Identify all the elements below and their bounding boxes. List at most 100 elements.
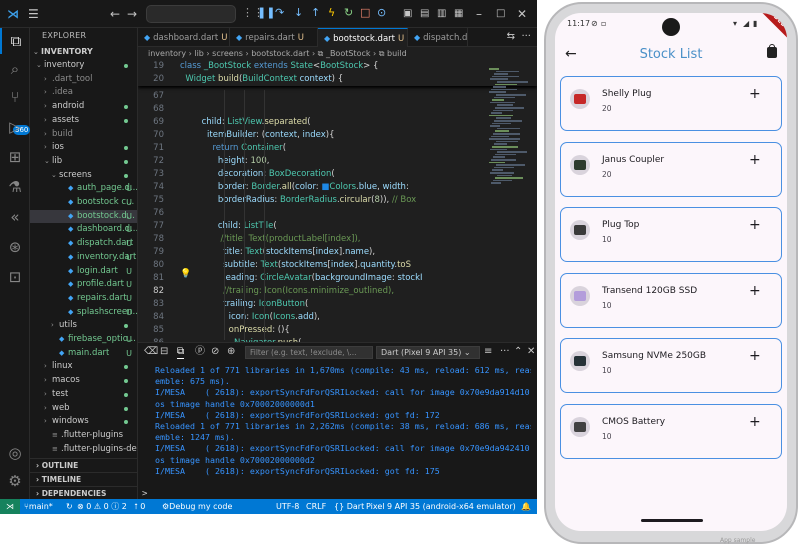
panel-more-icon[interactable]: ··· [500, 346, 510, 358]
add-icon[interactable]: + [749, 348, 761, 364]
eol-status[interactable]: CRLF [306, 499, 326, 514]
tree-folder[interactable]: › utils [30, 319, 137, 333]
editor-tab[interactable]: ◆ repairs.dart U [230, 28, 318, 47]
account-icon[interactable]: ◎ [0, 440, 30, 466]
console-prompt[interactable]: > [142, 489, 147, 499]
minimap[interactable] [489, 68, 528, 188]
step-into-icon[interactable]: ↓ [294, 5, 303, 21]
settings-gear-icon[interactable]: ⚙ [0, 468, 30, 494]
tree-folder[interactable]: › android [30, 100, 137, 114]
step-over-icon[interactable]: ↷ [275, 5, 284, 21]
tree-file[interactable]: ≡ .flutter-plugins [30, 429, 137, 443]
remote-explorer-icon[interactable]: ⊡ [0, 264, 30, 290]
search-icon[interactable]: ⌕ [0, 56, 30, 82]
stock-item-card[interactable]: Plug Top 10 + [560, 207, 782, 263]
lightbulb-icon[interactable]: 💡 [180, 269, 191, 279]
minimize-icon[interactable]: – [476, 6, 482, 22]
tree-file[interactable]: ◆ bootstock.d... U [30, 209, 137, 224]
tree-file[interactable]: ◆ login.dart U [30, 265, 137, 279]
python-icon[interactable]: ⊛ [0, 234, 30, 260]
tree-folder[interactable]: › windows [30, 415, 137, 429]
tree-folder[interactable]: › assets [30, 114, 137, 128]
tree-folder[interactable]: › build [30, 128, 137, 142]
stock-item-card[interactable]: Transend 120GB SSD 10 + [560, 272, 782, 328]
debug-console-icon[interactable]: ⧉ [177, 346, 185, 359]
language-status[interactable]: {} Dart [334, 499, 364, 514]
editor-tab[interactable]: ◆ dashboard.dart U [138, 28, 230, 47]
tree-file[interactable]: ◆ dispatch.dart U [30, 237, 137, 251]
testing-icon[interactable]: ⚗ [0, 174, 30, 200]
tree-file[interactable]: ◆ bootstock c... U [30, 196, 137, 210]
debug-status[interactable]: ⚙ Debug my code [162, 499, 232, 514]
explorer-icon[interactable]: ⧉ [0, 28, 30, 54]
tree-folder[interactable]: › .dart_tool [30, 73, 137, 87]
forward-arrow-icon[interactable]: → [127, 6, 137, 22]
add-icon[interactable]: + [749, 414, 761, 430]
restart-icon[interactable]: ↻ [344, 5, 353, 21]
problems-icon[interactable]: ⊘ [211, 346, 219, 358]
tree-file[interactable]: ◆ main.dart U [30, 347, 137, 361]
stock-item-card[interactable]: Shelly Plug 20 + [560, 76, 782, 131]
tree-folder[interactable]: › ios [30, 141, 137, 155]
split-editor-icon[interactable]: ⇆ [507, 31, 515, 42]
editor-more-icon[interactable]: ··· [521, 31, 531, 42]
stop-icon[interactable]: □ [360, 5, 370, 21]
tree-file[interactable]: ◆ auth_page.d... U [30, 182, 137, 196]
tree-folder[interactable]: ⌄ inventory [30, 59, 137, 73]
trash-icon[interactable]: ⌫ [144, 346, 158, 358]
ports-status[interactable]: ⭡ 0 [134, 499, 145, 514]
devtools-icon[interactable]: ⊙ [377, 5, 386, 21]
source-control-icon[interactable]: ⑂ [0, 84, 30, 110]
code-editor[interactable]: 67 68 69 child: ListView.separated(70 item… [138, 60, 537, 342]
branch-status[interactable]: ⑂ main* [24, 499, 53, 514]
layout-sidebar-icon[interactable]: ▣ [403, 6, 412, 22]
maximize-icon[interactable]: □ [496, 6, 505, 22]
maximize-panel-icon[interactable]: ⌃ [514, 346, 522, 358]
tree-file[interactable]: ◆ repairs.dart U [30, 292, 137, 306]
remote-icon[interactable]: ⋊ [0, 499, 20, 514]
tree-file[interactable]: ◆ splashscreen... U [30, 306, 137, 320]
step-out-icon[interactable]: ↑ [311, 5, 320, 21]
encoding-status[interactable]: UTF-8 [276, 499, 299, 514]
command-center[interactable] [146, 5, 236, 23]
add-icon[interactable]: + [749, 86, 761, 102]
back-arrow-icon[interactable]: ← [110, 6, 120, 22]
layout-secondary-icon[interactable]: ▥ [437, 6, 446, 22]
problems-status[interactable]: ⊗ 0 ⚠ 0 ⓘ 2 [77, 499, 127, 514]
layout-panel-icon[interactable]: ▤ [420, 6, 429, 22]
tree-folder[interactable]: ⌄ screens [30, 169, 137, 183]
stock-item-card[interactable]: CMOS Battery 10 + [560, 404, 782, 459]
tree-folder[interactable]: › macos [30, 374, 137, 388]
tree-folder[interactable]: › linux [30, 360, 137, 374]
tree-folder[interactable]: › .idea [30, 86, 137, 100]
shopping-bag-icon[interactable] [767, 44, 777, 58]
outline-section[interactable]: › OUTLINE [30, 458, 137, 471]
editor-tab[interactable]: ◆bootstock.dartU ✕ [318, 28, 408, 47]
project-root[interactable]: ⌄ INVENTORY [30, 45, 137, 59]
tree-file[interactable]: ≡.flutter-plugins-dep... [30, 443, 137, 457]
tree-file[interactable]: ◆ profile.dart U [30, 278, 137, 292]
close-icon[interactable]: ✕ [517, 6, 527, 22]
sync-icon[interactable]: ↻ [66, 499, 73, 514]
extensions-icon[interactable]: ⊞ [0, 144, 30, 170]
terminal-icon[interactable]: ⊟ [160, 346, 168, 358]
hot-reload-icon[interactable]: ϟ [328, 5, 335, 21]
ports-icon[interactable]: ⊕ [227, 346, 235, 358]
stock-item-card[interactable]: Janus Coupler 20 + [560, 141, 782, 197]
debug-session-select[interactable]: Dart (Pixel 9 API 35) ⌄ [376, 346, 480, 359]
flutter-icon[interactable]: « [0, 204, 30, 230]
close-panel-icon[interactable]: ✕ [527, 346, 535, 358]
stock-item-card[interactable]: Samsung NVMe 250GB 10 + [560, 338, 782, 394]
output-icon[interactable]: ⓟ [195, 346, 205, 358]
gesture-bar[interactable] [641, 519, 703, 522]
tree-file[interactable]: ◆ inventory.dart U [30, 251, 137, 265]
tree-folder[interactable]: › web [30, 402, 137, 416]
dependencies-section[interactable]: › DEPENDENCIES [30, 486, 137, 499]
editor-tab[interactable]: ◆ dispatch.d [408, 28, 468, 47]
add-icon[interactable]: + [749, 152, 761, 168]
tree-file[interactable]: ◆ firebase_optio... U [30, 333, 137, 347]
menu-icon[interactable]: ☰ [28, 6, 39, 22]
device-status[interactable]: Pixel 9 API 35 (android-x64 emulator) [366, 499, 516, 514]
customize-layout-icon[interactable]: ▦ [454, 6, 463, 22]
add-icon[interactable]: + [749, 283, 761, 299]
